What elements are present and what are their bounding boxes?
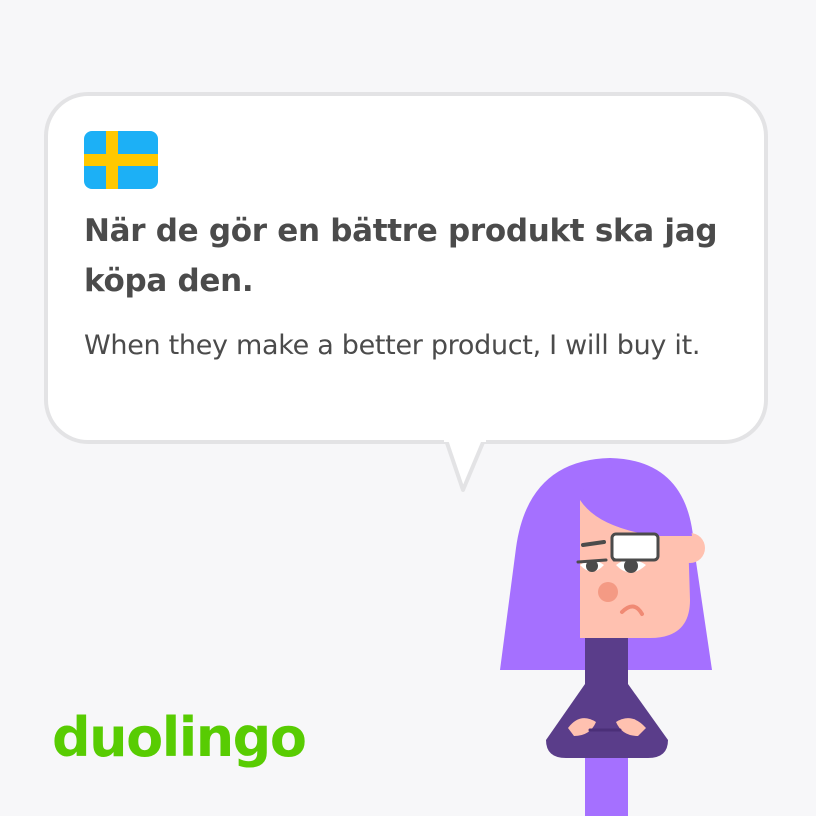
post-canvas: När de gör en bättre produkt ska jag köp… xyxy=(0,0,816,816)
lily-character-icon xyxy=(500,458,712,816)
